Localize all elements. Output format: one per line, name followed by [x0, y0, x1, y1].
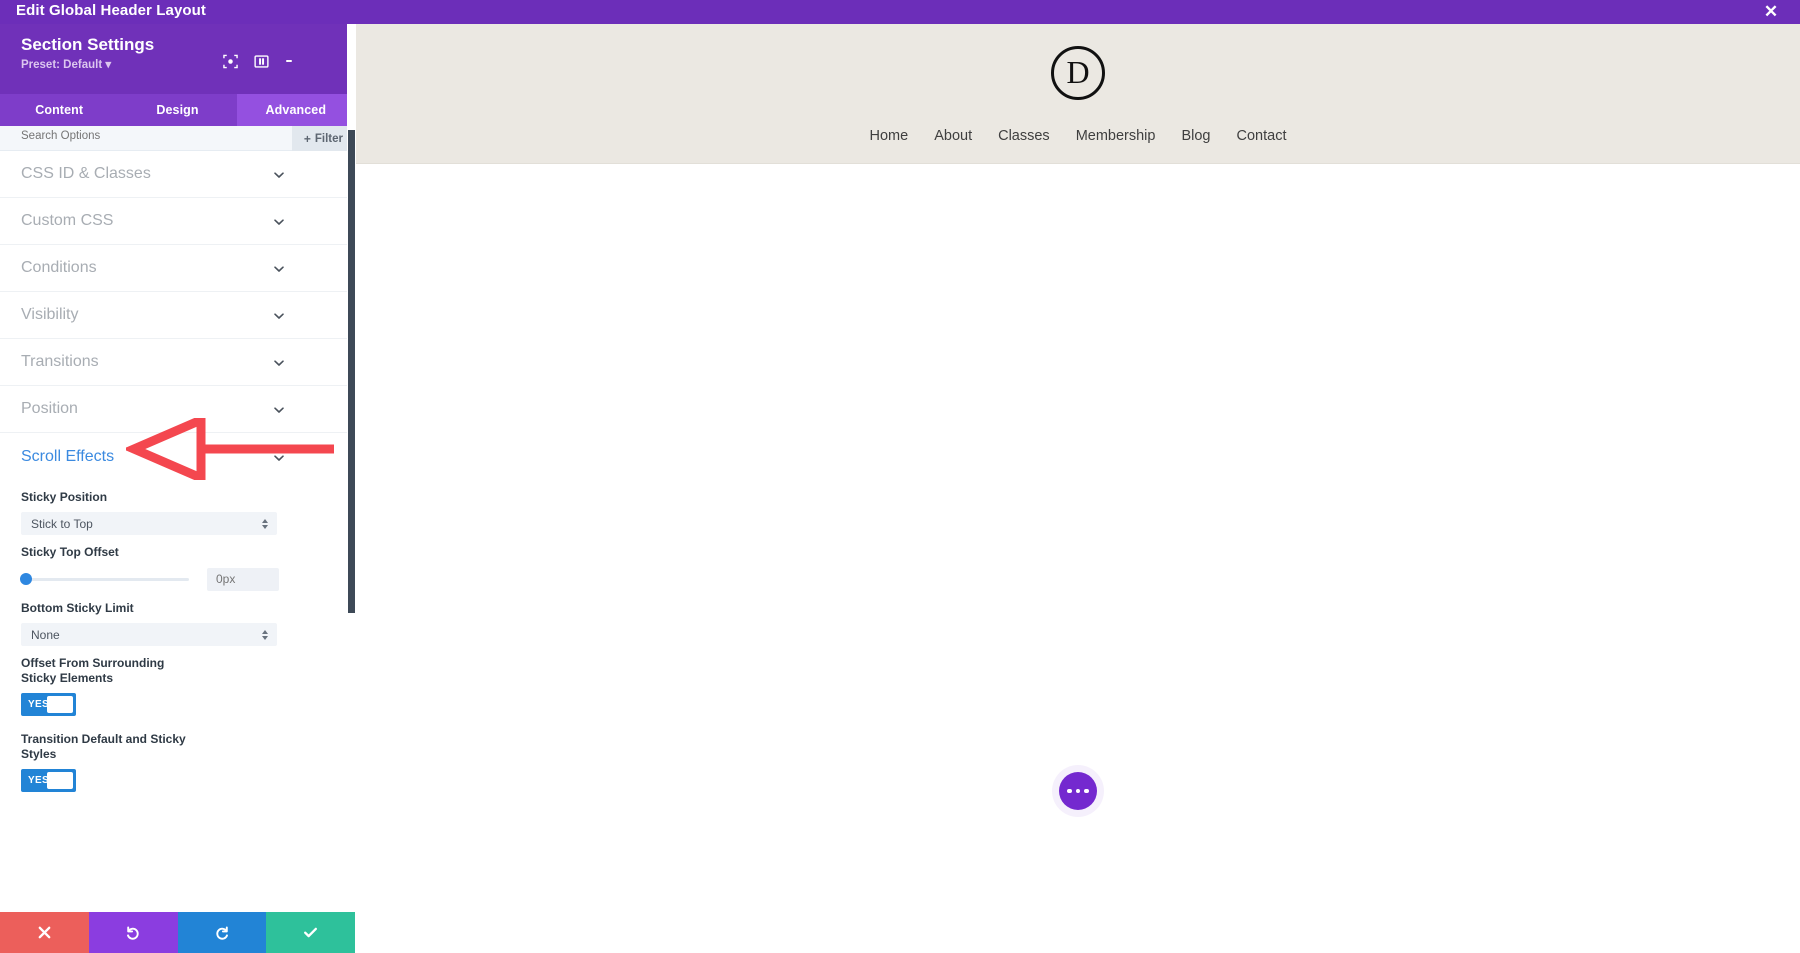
- section-conditions[interactable]: Conditions: [0, 245, 347, 292]
- search-options-row: + Filter: [0, 126, 355, 151]
- options-accordion: CSS ID & Classes Custom CSS Conditions V…: [0, 151, 355, 802]
- nav-item-home[interactable]: Home: [870, 128, 909, 144]
- divi-builder-fab[interactable]: [1059, 772, 1097, 810]
- section-scroll-effects: Scroll Effects Sticky Position Stick to …: [0, 433, 347, 802]
- panel-scrollbar-thumb[interactable]: [348, 130, 355, 613]
- preset-selector[interactable]: Preset: Default ▾: [21, 57, 111, 71]
- toggle-label: YES: [28, 699, 49, 710]
- nav-item-about[interactable]: About: [934, 128, 972, 144]
- settings-panel: Section Settings Preset: Default ▾ Conte…: [0, 24, 355, 953]
- toggle-knob: [47, 696, 73, 713]
- field-label: Transition Default and Sticky Styles: [21, 732, 186, 761]
- undo-button[interactable]: [88, 912, 178, 953]
- panel-title: Section Settings: [21, 35, 155, 54]
- fab-dot: [1075, 788, 1081, 794]
- section-label: Conditions: [21, 259, 97, 276]
- chevron-down-icon: [273, 403, 285, 415]
- field-transition-sticky-styles: Transition Default and Sticky Styles YES: [0, 732, 347, 792]
- cancel-button[interactable]: [0, 912, 89, 953]
- field-label: Offset From Surrounding Sticky Elements: [21, 656, 165, 685]
- chevron-updown-icon: [262, 629, 268, 640]
- field-sticky-position: Sticky Position Stick to Top: [0, 490, 347, 535]
- field-label: Sticky Position: [21, 490, 108, 504]
- logo-letter: D: [1066, 54, 1090, 90]
- slider-knob[interactable]: [20, 573, 32, 585]
- chevron-down-icon: [273, 451, 285, 463]
- section-position[interactable]: Position: [0, 386, 347, 433]
- chevron-updown-icon: [262, 518, 268, 529]
- section-transitions[interactable]: Transitions: [0, 339, 347, 386]
- search-input[interactable]: [21, 130, 221, 142]
- toggle-knob: [47, 772, 73, 789]
- section-label: Position: [21, 400, 78, 417]
- tab-advanced[interactable]: Advanced: [236, 94, 355, 126]
- section-custom-css[interactable]: Custom CSS: [0, 198, 347, 245]
- section-label: Scroll Effects: [21, 447, 115, 465]
- transition-styles-toggle[interactable]: YES: [21, 769, 76, 792]
- section-label: Custom CSS: [21, 212, 114, 229]
- nav-item-classes[interactable]: Classes: [998, 128, 1050, 144]
- editor-title: Edit Global Header Layout: [16, 2, 207, 19]
- field-bottom-sticky-limit: Bottom Sticky Limit None: [0, 601, 347, 646]
- redo-button[interactable]: [177, 912, 267, 953]
- filter-label: Filter: [314, 132, 343, 145]
- sticky-top-offset-input[interactable]: [207, 567, 279, 591]
- editor-top-bar: Edit Global Header Layout ✕: [0, 0, 1800, 24]
- fab-dot: [1067, 788, 1072, 794]
- nav-item-contact[interactable]: Contact: [1237, 128, 1287, 144]
- chevron-down-icon: [273, 356, 285, 368]
- sticky-top-offset-slider[interactable]: [20, 573, 189, 585]
- field-offset-surrounding-sticky: Offset From Surrounding Sticky Elements …: [0, 656, 347, 716]
- field-label: Sticky Top Offset: [21, 545, 119, 559]
- toggle-label: YES: [28, 775, 49, 786]
- tab-design[interactable]: Design: [118, 94, 236, 126]
- field-label: Bottom Sticky Limit: [21, 601, 134, 615]
- field-sticky-top-offset: Sticky Top Offset: [0, 545, 347, 591]
- settings-tabs: Content Design Advanced: [0, 94, 355, 126]
- site-nav-menu: Home About Classes Membership Blog Conta…: [870, 128, 1287, 144]
- kebab-menu-icon[interactable]: [279, 51, 299, 71]
- section-scroll-effects-header[interactable]: Scroll Effects: [0, 433, 347, 480]
- nav-item-blog[interactable]: Blog: [1181, 128, 1210, 144]
- section-label: Transitions: [21, 353, 99, 370]
- section-visibility[interactable]: Visibility: [0, 292, 347, 339]
- select-value: None: [31, 627, 60, 642]
- chevron-down-icon: [273, 215, 285, 227]
- nav-item-membership[interactable]: Membership: [1076, 128, 1156, 144]
- site-preview: D Home About Classes Membership Blog Con…: [356, 24, 1800, 953]
- sticky-position-select[interactable]: Stick to Top: [21, 512, 277, 535]
- split-view-icon[interactable]: [251, 51, 271, 71]
- filter-button[interactable]: + Filter: [291, 126, 355, 151]
- tab-content[interactable]: Content: [0, 94, 118, 126]
- plus-icon: +: [303, 131, 311, 146]
- section-css-id-classes[interactable]: CSS ID & Classes: [0, 151, 347, 198]
- focus-icon[interactable]: [220, 51, 240, 71]
- offset-surrounding-toggle[interactable]: YES: [21, 693, 76, 716]
- chevron-down-icon: [273, 262, 285, 274]
- section-label: CSS ID & Classes: [21, 165, 151, 182]
- settings-action-bar: [0, 912, 355, 953]
- settings-panel-header: Section Settings Preset: Default ▾: [0, 24, 355, 94]
- chevron-down-icon: [273, 168, 285, 180]
- chevron-down-icon: [273, 309, 285, 321]
- section-label: Visibility: [21, 306, 79, 323]
- close-icon[interactable]: ✕: [1760, 1, 1782, 23]
- sticky-top-offset-row: [20, 567, 326, 591]
- fab-dot: [1084, 788, 1089, 794]
- site-logo[interactable]: D: [1051, 46, 1105, 100]
- select-value: Stick to Top: [31, 516, 93, 531]
- bottom-sticky-limit-select[interactable]: None: [21, 623, 277, 646]
- site-header-section[interactable]: D Home About Classes Membership Blog Con…: [356, 24, 1800, 164]
- save-button[interactable]: [266, 912, 355, 953]
